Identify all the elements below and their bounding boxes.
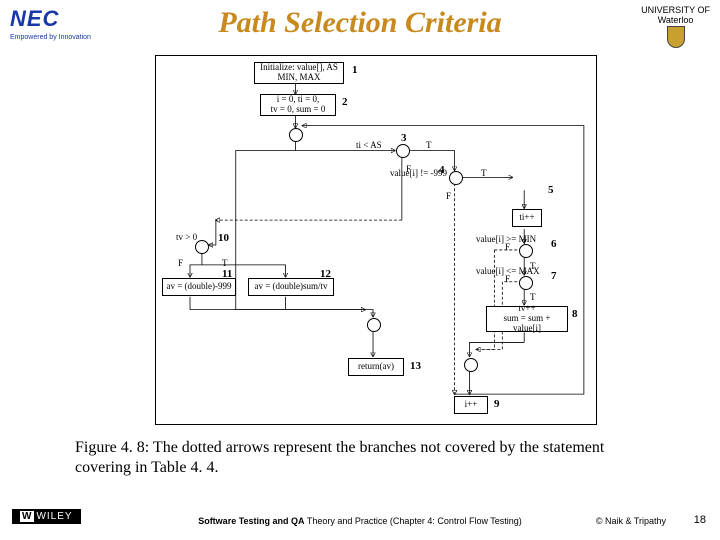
node-num-8: 8: [572, 308, 578, 320]
node-num-11: 11: [222, 268, 232, 280]
node-av-999: av = (double)-999: [162, 278, 236, 296]
label-7F: F: [505, 274, 510, 284]
merge-9-top: [464, 358, 478, 372]
node-i-inc: i++: [454, 396, 488, 414]
node-init-vars: i = 0, ti = 0,tv = 0, sum = 0: [260, 94, 336, 116]
footer-rest: Theory and Practice (Chapter 4: Control …: [305, 516, 522, 526]
label-4T: T: [481, 168, 487, 178]
node-num-7: 7: [551, 270, 557, 282]
decision-7: [519, 276, 533, 290]
page-number: 18: [694, 514, 706, 526]
figure-caption: Figure 4. 8: The dotted arrows represent…: [75, 438, 645, 478]
label-4-cond: value[i] != -999: [390, 168, 447, 178]
node-num-12: 12: [320, 268, 331, 280]
node-return: return(av): [348, 358, 404, 376]
decision-4: [449, 171, 463, 185]
node-initialize: Initialize: value[], ASMIN, MAX: [254, 62, 344, 84]
footer-copyright: © Naik & Tripathy: [596, 516, 666, 526]
node-num-2: 2: [342, 96, 348, 108]
label-6F: F: [505, 242, 510, 252]
decision-6: [519, 244, 533, 258]
label-3-cond: ti < AS: [356, 140, 382, 150]
node-num-6: 6: [551, 238, 557, 250]
flowchart: Initialize: value[], ASMIN, MAX 1 i = 0,…: [155, 55, 597, 425]
node-num-3: 3: [401, 132, 407, 144]
node-ti-inc: ti++: [512, 209, 542, 227]
node-num-9: 9: [494, 398, 500, 410]
node-av-sum: av = (double)sum/tv: [248, 278, 334, 296]
node-tv-sum: tv++sum = sum + value[i]: [486, 306, 568, 332]
decision-10: [195, 240, 209, 254]
label-7T: T: [530, 292, 536, 302]
label-10T: T: [222, 258, 228, 268]
node-num-13: 13: [410, 360, 421, 372]
node-num-1: 1: [352, 64, 358, 76]
node-num-10: 10: [218, 232, 229, 244]
footer-bold: Software Testing and QA: [198, 516, 304, 526]
label-10-cond: tv > 0: [176, 232, 197, 242]
page-title: Path Selection Criteria: [0, 6, 720, 40]
label-3T: T: [426, 140, 432, 150]
decision-3: [396, 144, 410, 158]
merge-top: [289, 128, 303, 142]
label-4F: F: [446, 191, 451, 201]
node-num-5: 5: [548, 184, 554, 196]
merge-12-13: [367, 318, 381, 332]
label-10F: F: [178, 258, 183, 268]
